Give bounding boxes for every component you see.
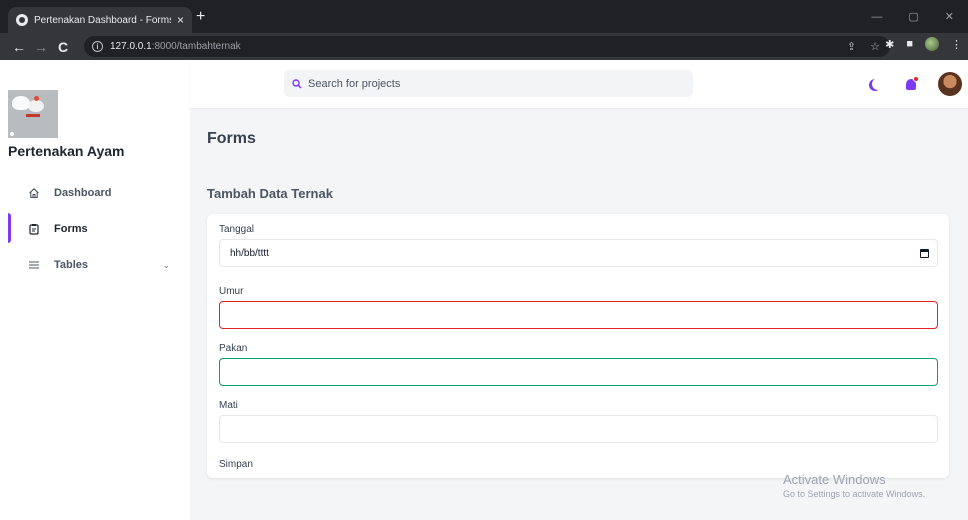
sidebar-item-label: Dashboard <box>54 187 112 199</box>
mati-label: Mati <box>219 400 238 411</box>
bell-icon[interactable] <box>906 75 919 90</box>
close-window-button[interactable]: ✕ <box>945 10 954 23</box>
profile-avatar-icon[interactable] <box>925 37 939 51</box>
pakan-input[interactable] <box>219 358 938 386</box>
simpan-button[interactable]: Simpan <box>219 459 253 470</box>
browser-tab-strip: Pertenakan Dashboard - Forms × + — ▢ ✕ <box>0 0 968 33</box>
mati-input[interactable] <box>219 415 938 443</box>
table-icon <box>29 261 39 269</box>
browser-menu-icon[interactable]: ⋮ <box>951 38 962 51</box>
page-title: Forms <box>207 130 256 147</box>
url-text[interactable]: 127.0.0.1:8000/tambahternak <box>110 41 241 52</box>
sidebar-menu: Dashboard Forms Tables ⌄ <box>0 175 190 283</box>
watermark-title: Activate Windows <box>783 472 886 487</box>
watermark-subtitle: Go to Settings to activate Windows. <box>783 489 926 499</box>
tab-close-icon[interactable]: × <box>177 14 184 26</box>
minimize-button[interactable]: — <box>871 11 882 23</box>
header-actions <box>868 72 962 96</box>
sidebar-item-tables[interactable]: Tables ⌄ <box>0 247 190 283</box>
chevron-down-icon[interactable]: ⌄ <box>162 260 170 271</box>
sidebar-item-dashboard[interactable]: Dashboard <box>0 175 190 211</box>
browser-toolbar: ← → C i 127.0.0.1:8000/tambahternak ⇪ ☆ … <box>0 33 968 60</box>
reload-button[interactable]: C <box>52 39 74 55</box>
activate-windows-watermark: Activate Windows Go to Settings to activ… <box>783 472 925 499</box>
moon-icon[interactable] <box>872 78 884 90</box>
brand-name: Pertenakan Ayam <box>8 143 125 159</box>
extensions-puzzle-icon[interactable]: ✱ <box>885 38 894 51</box>
forward-button[interactable]: → <box>30 39 52 55</box>
extension-area: ✱ ■ ⋮ <box>885 37 962 51</box>
browser-tab[interactable]: Pertenakan Dashboard - Forms × <box>8 7 192 33</box>
avatar[interactable] <box>938 72 962 96</box>
section-title: Tambah Data Ternak <box>207 186 333 201</box>
clipboard-icon <box>29 224 39 235</box>
back-button[interactable]: ← <box>8 39 30 55</box>
tambah-ternak-form: Tanggal hh/bb/tttt Umur Pakan Mati Simpa… <box>207 214 949 478</box>
home-icon <box>29 188 39 199</box>
info-icon[interactable]: i <box>92 41 103 52</box>
search-icon <box>292 78 302 89</box>
top-header: Search for projects <box>190 60 968 108</box>
tanggal-label: Tanggal <box>219 224 255 235</box>
calendar-icon[interactable] <box>920 249 929 258</box>
brand-logo <box>8 90 58 138</box>
pakan-label: Pakan <box>219 343 248 354</box>
bookmark-star-icon[interactable]: ☆ <box>870 40 880 53</box>
sidebar-item-forms[interactable]: Forms <box>0 211 190 247</box>
sidebar-item-label: Tables <box>54 259 89 271</box>
address-bar[interactable]: i 127.0.0.1:8000/tambahternak ⇪ ☆ <box>84 36 890 57</box>
omnibox-actions: ⇪ ☆ <box>847 40 880 53</box>
search-input[interactable]: Search for projects <box>284 70 693 97</box>
notification-badge <box>913 75 919 82</box>
window-controls: — ▢ ✕ <box>871 0 968 33</box>
tanggal-date-input[interactable]: hh/bb/tttt <box>219 239 938 267</box>
restore-button[interactable]: ▢ <box>908 10 918 23</box>
sidebar: Pertenakan Ayam Dashboard Forms Tables ⌄ <box>0 60 190 520</box>
main-content: Forms Tambah Data Ternak Tanggal hh/bb/t… <box>190 108 968 520</box>
favicon-icon <box>16 14 28 26</box>
umur-label: Umur <box>219 286 244 297</box>
umur-input[interactable] <box>219 301 938 329</box>
search-placeholder: Search for projects <box>308 77 401 90</box>
date-value: hh/bb/tttt <box>230 247 269 259</box>
tab-title: Pertenakan Dashboard - Forms <box>34 14 171 26</box>
sidebar-item-label: Forms <box>54 223 88 235</box>
share-icon[interactable]: ⇪ <box>847 40 856 53</box>
new-tab-button[interactable]: + <box>196 9 205 25</box>
side-panel-icon[interactable]: ■ <box>906 38 913 50</box>
